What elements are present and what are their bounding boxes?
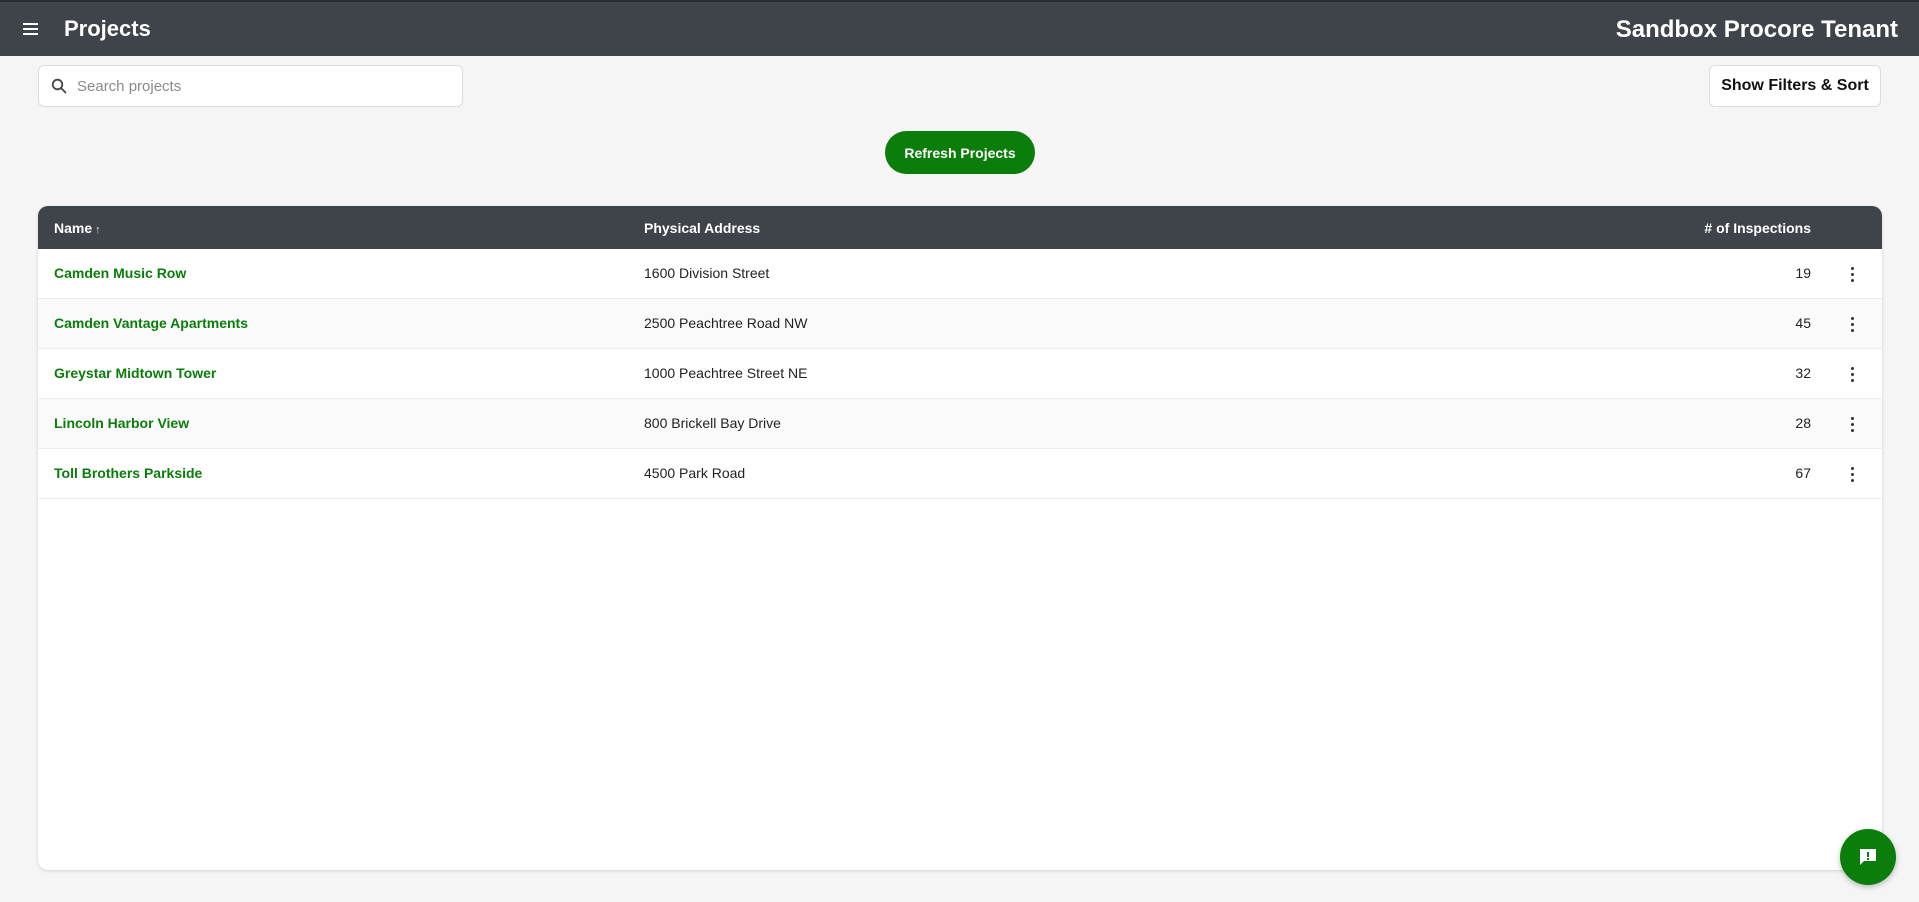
show-filters-sort-button[interactable]: Show Filters & Sort bbox=[1709, 65, 1881, 107]
project-address: 4500 Park Road bbox=[644, 465, 746, 481]
search-icon bbox=[51, 78, 67, 94]
refresh-projects-button[interactable]: Refresh Projects bbox=[885, 131, 1035, 174]
project-address: 1600 Division Street bbox=[644, 265, 770, 281]
project-name-link[interactable]: Greystar Midtown Tower bbox=[54, 365, 216, 381]
inspection-count: 28 bbox=[1795, 415, 1811, 431]
table-row: Toll Brothers Parkside 4500 Park Road 67 bbox=[38, 449, 1882, 499]
feedback-chat-button[interactable] bbox=[1840, 829, 1896, 885]
search-box bbox=[38, 65, 463, 107]
page-title: Projects bbox=[64, 16, 151, 41]
column-header-address[interactable]: Physical Address bbox=[644, 220, 760, 236]
table-body: Camden Music Row 1600 Division Street 19… bbox=[38, 249, 1882, 499]
more-vertical-icon[interactable] bbox=[1842, 262, 1862, 286]
table-row: Camden Vantage Apartments 2500 Peachtree… bbox=[38, 299, 1882, 349]
feedback-chat-icon bbox=[1860, 849, 1876, 865]
project-name-link[interactable]: Camden Vantage Apartments bbox=[54, 315, 248, 331]
more-vertical-icon[interactable] bbox=[1842, 362, 1862, 386]
table-row: Lincoln Harbor View 800 Brickell Bay Dri… bbox=[38, 399, 1882, 449]
column-header-inspections[interactable]: # of Inspections bbox=[1704, 220, 1811, 236]
column-header-name-label: Name bbox=[54, 220, 93, 236]
table-header: Name ↑ Physical Address # of Inspections bbox=[38, 206, 1882, 249]
inspection-count: 19 bbox=[1795, 265, 1811, 281]
project-name-link[interactable]: Camden Music Row bbox=[54, 265, 186, 281]
inspection-count: 32 bbox=[1795, 365, 1811, 381]
inspection-count: 45 bbox=[1795, 315, 1811, 331]
project-name-link[interactable]: Toll Brothers Parkside bbox=[54, 465, 202, 481]
project-address: 800 Brickell Bay Drive bbox=[644, 415, 781, 431]
more-vertical-icon[interactable] bbox=[1842, 312, 1862, 336]
more-vertical-icon[interactable] bbox=[1842, 412, 1862, 436]
sort-ascending-icon: ↑ bbox=[95, 224, 101, 236]
projects-table: Name ↑ Physical Address # of Inspections … bbox=[38, 206, 1882, 870]
hamburger-menu-icon[interactable] bbox=[19, 17, 43, 41]
table-row: Greystar Midtown Tower 1000 Peachtree St… bbox=[38, 349, 1882, 399]
search-input[interactable] bbox=[77, 66, 457, 106]
table-row: Camden Music Row 1600 Division Street 19 bbox=[38, 249, 1882, 299]
project-name-link[interactable]: Lincoln Harbor View bbox=[54, 415, 189, 431]
project-address: 2500 Peachtree Road NW bbox=[644, 315, 808, 331]
column-header-name[interactable]: Name ↑ bbox=[54, 220, 101, 236]
project-address: 1000 Peachtree Street NE bbox=[644, 365, 808, 381]
more-vertical-icon[interactable] bbox=[1842, 462, 1862, 486]
inspection-count: 67 bbox=[1795, 465, 1811, 481]
tenant-name: Sandbox Procore Tenant bbox=[1615, 16, 1898, 43]
top-app-bar: Projects Sandbox Procore Tenant bbox=[0, 0, 1919, 56]
